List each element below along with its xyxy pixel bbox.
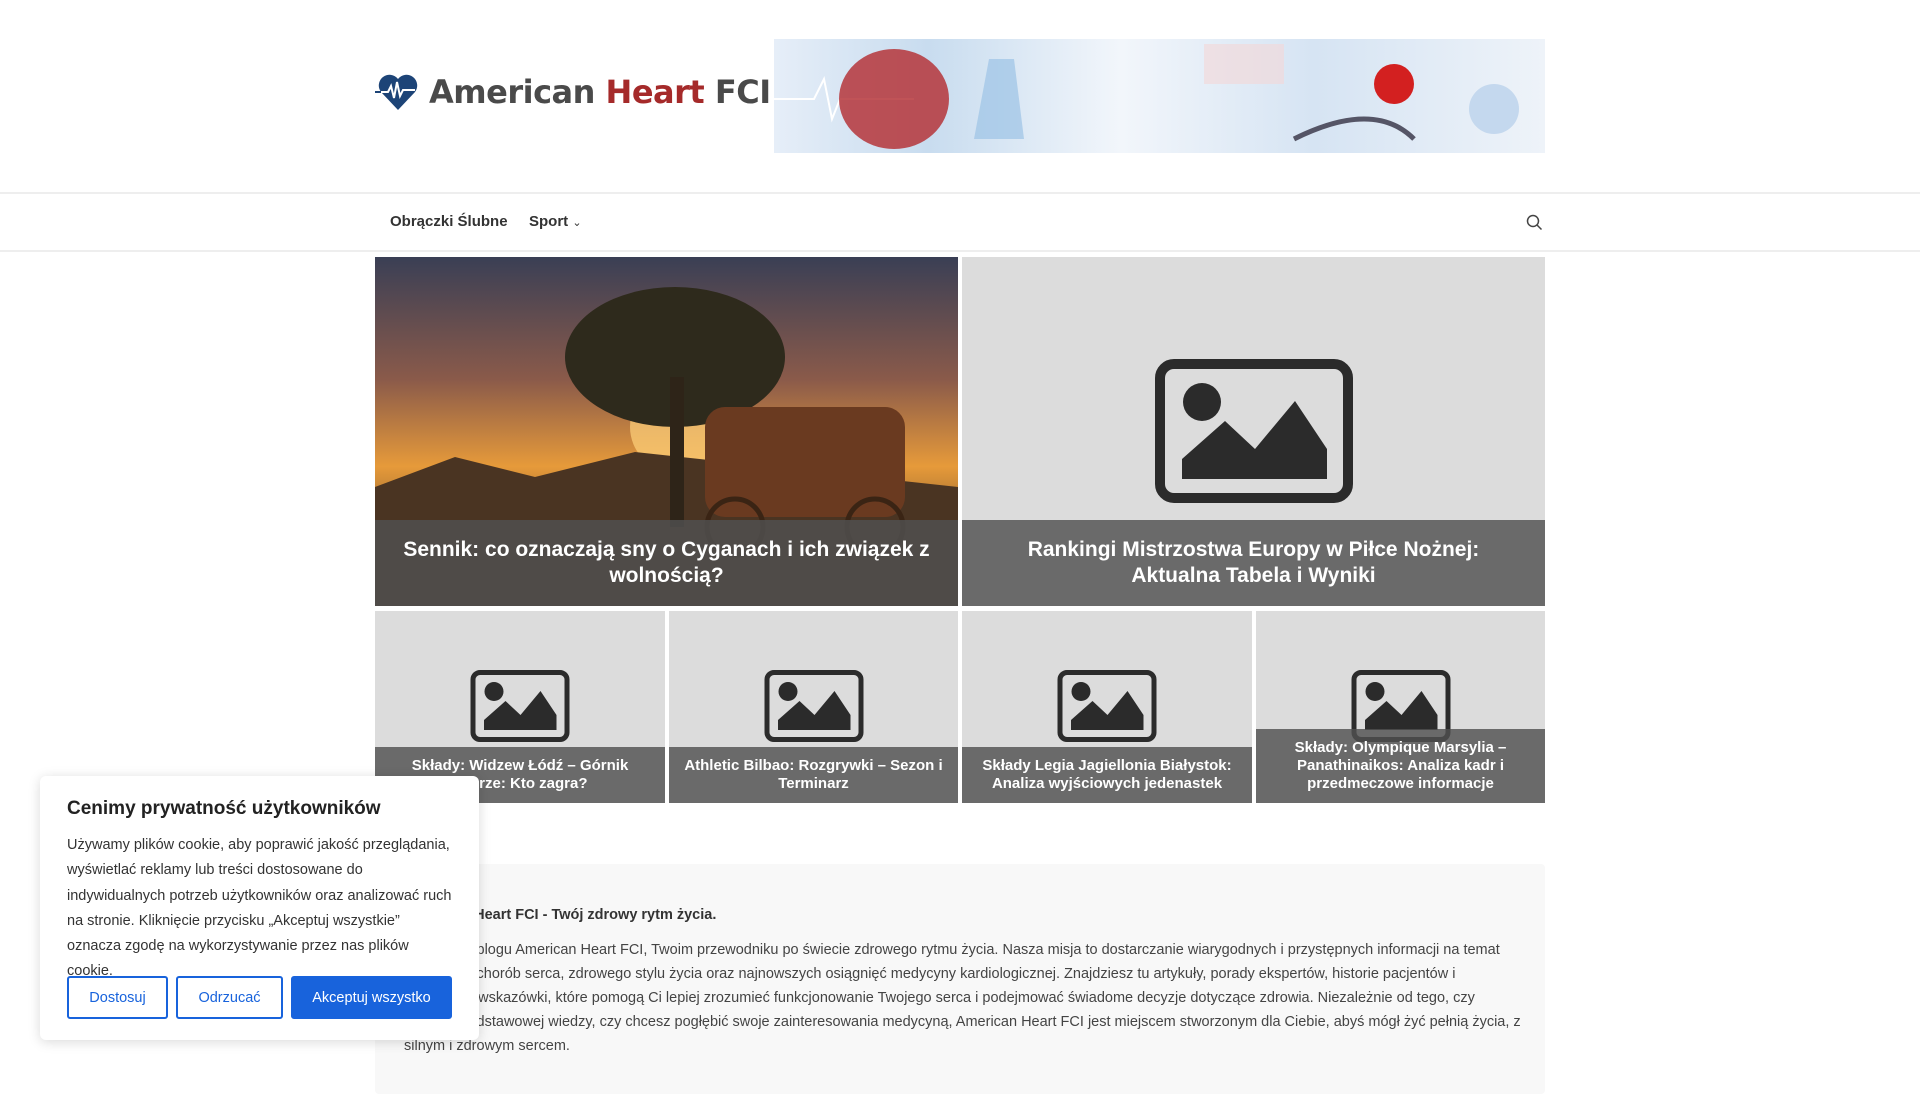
chevron-down-icon: ⌄	[572, 217, 582, 229]
cookie-text: Używamy plików cookie, aby poprawić jako…	[67, 837, 452, 980]
featured-post-title[interactable]: Rankingi Mistrzostwa Europy w Piłce Nożn…	[962, 520, 1545, 606]
about-heading: American Heart FCI - Twój zdrowy rytm ży…	[404, 907, 717, 923]
about-text: Witamy na blogu American Heart FCI, Twoi…	[404, 942, 1521, 1054]
post-card[interactable]: Składy: Olympique Marsylia – Panathinaik…	[1256, 611, 1545, 803]
main-nav: Obrączki Ślubne Sport ⌄	[0, 192, 1920, 252]
featured-post-card[interactable]: Sennik: co oznaczają sny o Cyganach i ic…	[375, 257, 958, 606]
image-placeholder-icon	[1154, 359, 1353, 503]
featured-post-card[interactable]: Rankingi Mistrzostwa Europy w Piłce Nożn…	[962, 257, 1545, 606]
logo-text: American Heart FCI	[429, 73, 771, 111]
featured-post-title[interactable]: Sennik: co oznaczają sny o Cyganach i ic…	[375, 520, 958, 606]
post-card[interactable]: Składy Legia Jagiellonia Białystok: Anal…	[962, 611, 1252, 803]
about-section: American Heart FCI - Twój zdrowy rytm ży…	[375, 864, 1545, 1094]
search-icon[interactable]	[1526, 214, 1543, 231]
site-logo[interactable]: American Heart FCI	[375, 72, 771, 112]
nav-item-sport[interactable]: Sport ⌄	[529, 213, 582, 230]
post-title[interactable]: Składy: Olympique Marsylia – Panathinaik…	[1256, 729, 1545, 803]
header-banner-image	[774, 39, 1545, 153]
customize-button[interactable]: Dostosuj	[67, 976, 168, 1019]
post-card[interactable]: Składy: Widzew Łódź – Górnik Zabrze: Kto…	[375, 611, 665, 803]
cookie-title: Cenimy prywatność użytkowników	[67, 798, 381, 819]
image-placeholder-icon	[764, 670, 863, 742]
image-placeholder-icon	[470, 670, 570, 742]
post-title[interactable]: Składy Legia Jagiellonia Białystok: Anal…	[962, 747, 1252, 803]
cookie-consent-banner: Cenimy prywatność użytkowników Używamy p…	[40, 776, 479, 1040]
image-placeholder-icon	[1057, 670, 1157, 742]
reject-button[interactable]: Odrzucać	[176, 976, 283, 1019]
post-card[interactable]: Athletic Bilbao: Rozgrywki – Sezon i Ter…	[669, 611, 958, 803]
heart-pulse-icon	[375, 74, 418, 110]
nav-item-obraczki-slubne[interactable]: Obrączki Ślubne	[390, 213, 508, 230]
accept-all-button[interactable]: Akceptuj wszystko	[291, 976, 452, 1019]
post-title[interactable]: Athletic Bilbao: Rozgrywki – Sezon i Ter…	[669, 747, 958, 803]
